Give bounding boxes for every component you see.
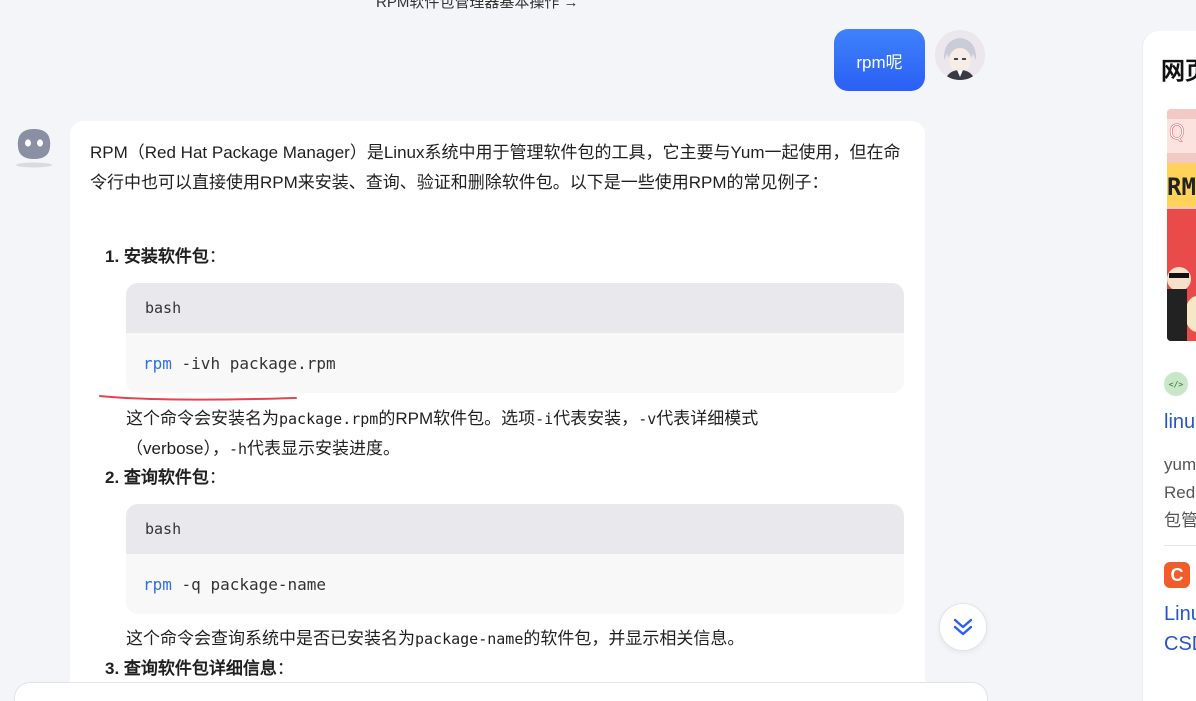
double-chevron-down-icon — [953, 618, 973, 636]
scroll-to-bottom-button[interactable] — [939, 603, 987, 651]
code-block-2: bash rpm -q package-name — [126, 504, 904, 614]
snippet-line: yum — [1164, 455, 1196, 474]
snippet-line: 包管 — [1164, 511, 1196, 530]
step-1-heading: 安装软件包 — [123, 247, 209, 266]
csdn-icon: C — [1164, 562, 1190, 588]
step-1-description: 这个命令会安装名为package.rpm的RPM软件包。选项-i代表安装，-v 代… — [126, 404, 826, 464]
code-block-1: bash rpm -ivh package.rpm — [126, 283, 904, 393]
user-avatar[interactable] — [935, 30, 985, 80]
user-message-bubble: rpm呢 — [834, 29, 925, 91]
desc-text: 这个命令会安装名为 — [126, 409, 279, 428]
desc-inline-code: -v — [638, 410, 657, 428]
result-divider — [1164, 545, 1196, 546]
step-1-number: 1. — [105, 247, 120, 266]
code-arguments: -ivh package.rpm — [171, 353, 336, 373]
step-3-title: 3. 查询软件包详细信息： — [105, 655, 294, 683]
step-2-description: 这个命令会查询系统中是否已安装名为package-name的软件包，并显示相关信… — [126, 624, 846, 654]
step-2-heading: 查询软件包 — [123, 468, 209, 487]
desc-inline-code: -i — [535, 410, 554, 428]
step-1-title: 1. 安装软件包： — [105, 243, 226, 271]
result-1-snippet: yum Red 包管 — [1164, 451, 1196, 535]
code-command: rpm — [143, 574, 172, 594]
assistant-avatar — [12, 125, 56, 169]
desc-inline-code: package-name — [415, 630, 524, 648]
code-language-label: bash — [126, 283, 904, 333]
svg-text:RM: RM — [1167, 173, 1196, 201]
desc-inline-code: package.rpm — [279, 410, 379, 428]
step-1-colon: ： — [208, 247, 226, 266]
web-results-panel: 网页 Q RM </> linu yum Red 包管 C Linu CSD — [1143, 31, 1196, 701]
result-thumbnail[interactable]: Q RM — [1167, 109, 1196, 341]
step-2-colon: ： — [208, 468, 226, 487]
red-annotation-underline — [99, 395, 297, 401]
chat-input-box[interactable] — [14, 682, 988, 701]
step-2-number: 2. — [105, 468, 120, 487]
step-3-heading: 查询软件包详细信息 — [123, 659, 277, 678]
result-1-link[interactable]: linu — [1164, 411, 1195, 434]
code-icon: </> — [1164, 372, 1188, 396]
code-language-label: bash — [126, 504, 904, 554]
code-arguments: -q package-name — [171, 574, 327, 594]
step-3-number: 3. — [105, 659, 120, 678]
code-line[interactable]: rpm -ivh package.rpm — [126, 333, 904, 393]
desc-text: 这个命令会查询系统中是否已安装名为 — [126, 629, 415, 648]
step-3-colon: ： — [276, 659, 294, 678]
conversation-breadcrumb[interactable]: RPM软件包管理器基本操作 → — [376, 0, 579, 12]
code-command: rpm — [143, 353, 172, 373]
svg-text:Q: Q — [1169, 120, 1185, 144]
result-2-link[interactable]: Linu CSD — [1164, 599, 1196, 659]
snippet-line: Red — [1164, 483, 1196, 502]
desc-text: 代表安装， — [553, 409, 639, 428]
desc-inline-code: -h — [228, 440, 248, 458]
link-line: Linu — [1164, 603, 1196, 625]
answer-intro: RPM（Red Hat Package Manager）是Linux系统中用于管… — [90, 143, 901, 192]
link-line: CSD — [1164, 633, 1196, 655]
code-line[interactable]: rpm -q package-name — [126, 554, 904, 614]
desc-text: 的软件包，并显示相关信息。 — [523, 629, 745, 648]
step-2-title: 2. 查询软件包： — [105, 464, 226, 492]
panel-title: 网页 — [1161, 58, 1196, 85]
desc-text: 代表显示安装进度。 — [247, 439, 401, 458]
desc-text: 的RPM软件包。选项 — [378, 409, 536, 428]
